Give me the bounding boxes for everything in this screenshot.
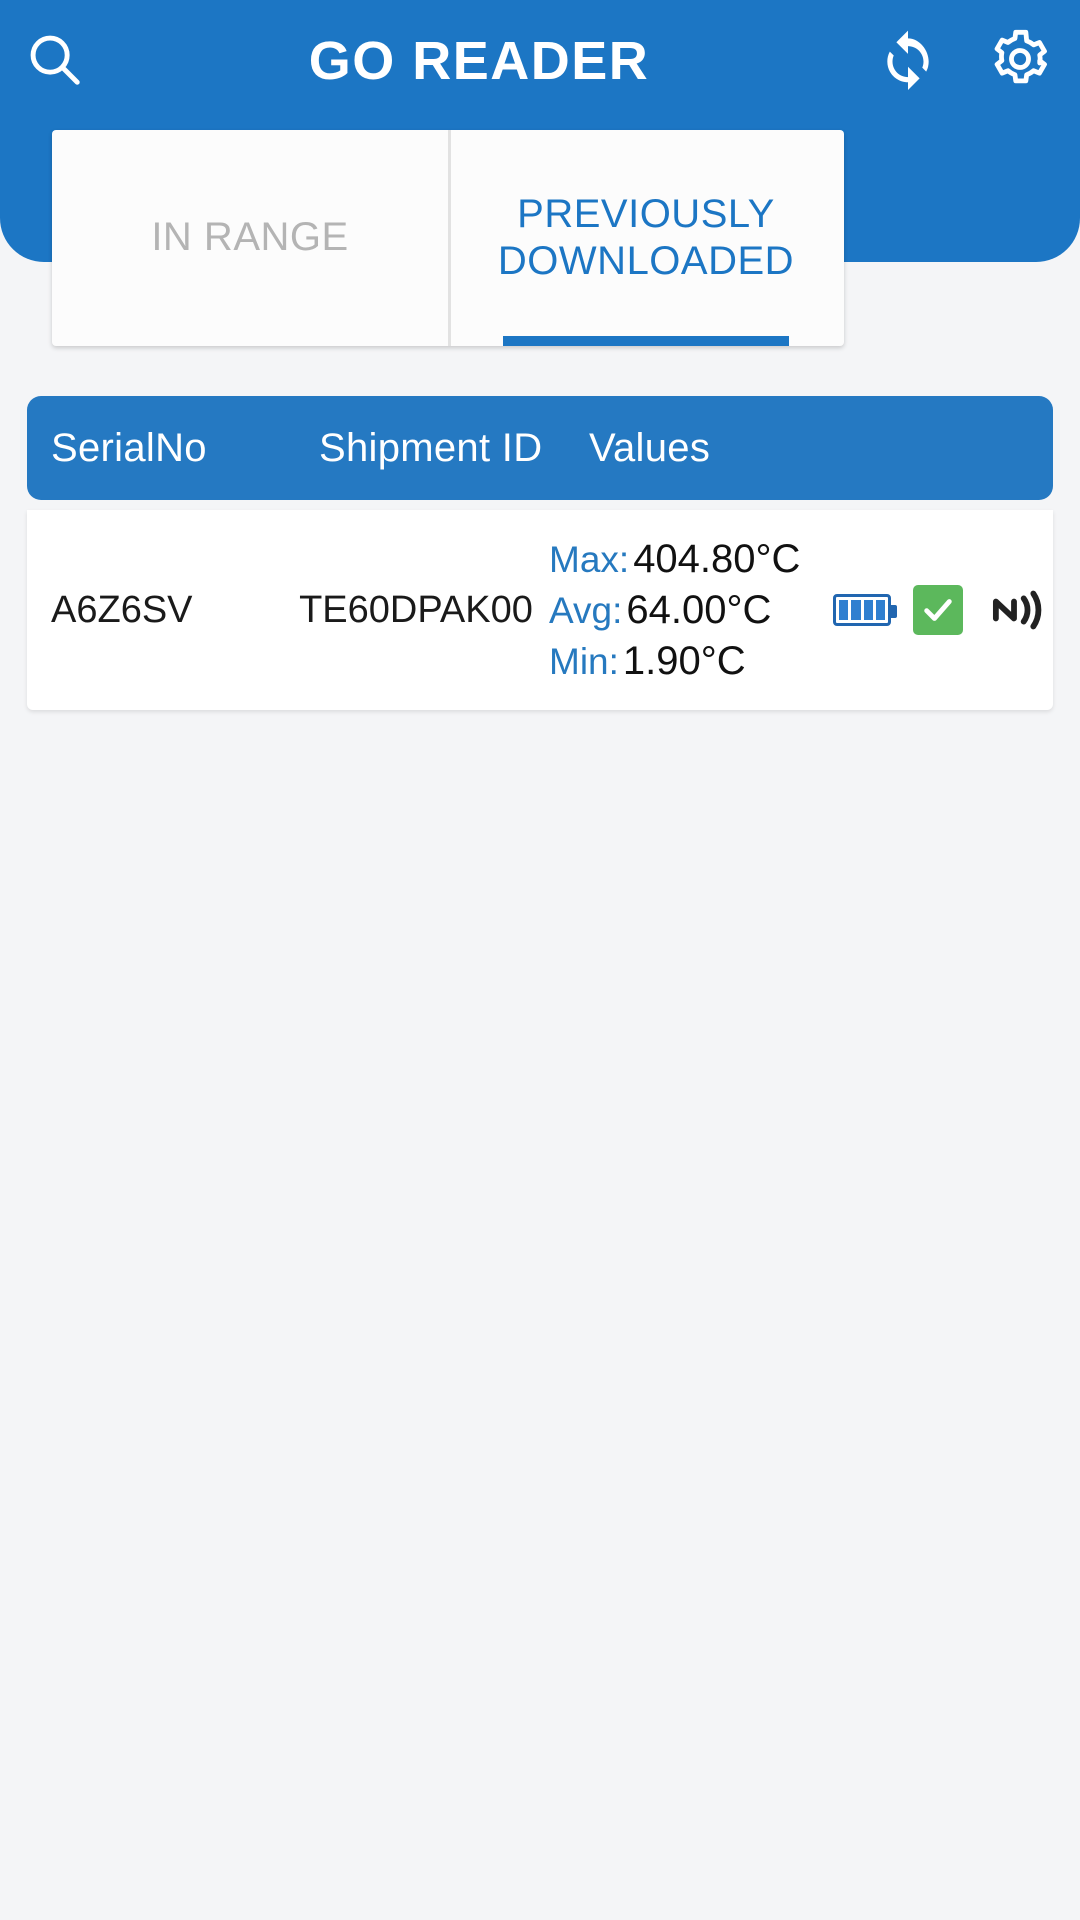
- app-title-wrap: GO READER: [108, 30, 856, 92]
- table-header-row: SerialNo Shipment ID Values: [27, 396, 1053, 500]
- value-min-label: Min:: [549, 641, 619, 683]
- value-avg: Avg: 64.00°C: [549, 588, 829, 633]
- battery-full-icon: [833, 594, 891, 626]
- tab-bar: IN RANGE PREVIOUSLY DOWNLOADED: [52, 130, 844, 346]
- gear-icon: [988, 27, 1052, 96]
- tab-previously-downloaded[interactable]: PREVIOUSLY DOWNLOADED: [448, 130, 844, 346]
- values-list: Max: 404.80°C Avg: 64.00°C Min: 1.90°C: [549, 537, 829, 684]
- tab-in-range[interactable]: IN RANGE: [52, 130, 448, 346]
- check-icon: [913, 585, 963, 635]
- table-body: A6Z6SV TE60DPAK00 Max: 404.80°C Avg: 64.…: [27, 510, 1053, 710]
- active-tab-indicator: [503, 336, 789, 346]
- device-table: SerialNo Shipment ID Values A6Z6SV TE60D…: [27, 396, 1053, 710]
- column-header-values: Values: [589, 426, 1053, 471]
- cell-serialno: A6Z6SV: [27, 589, 299, 632]
- value-max-number: 404.80°C: [633, 537, 800, 582]
- app-root: GO READER: [0, 0, 1080, 1920]
- value-max-label: Max:: [549, 539, 629, 581]
- column-header-shipmentid: Shipment ID: [319, 426, 589, 471]
- nfc-icon: [985, 581, 1043, 639]
- page-title: GO READER: [309, 30, 650, 92]
- table-row[interactable]: A6Z6SV TE60DPAK00 Max: 404.80°C Avg: 64.…: [27, 510, 1053, 710]
- row-status-icons: [833, 581, 1043, 639]
- app-header-row: GO READER: [0, 0, 1080, 122]
- tab-previously-downloaded-label: PREVIOUSLY DOWNLOADED: [464, 191, 828, 285]
- value-max: Max: 404.80°C: [549, 537, 829, 582]
- tab-in-range-label: IN RANGE: [151, 214, 348, 261]
- value-avg-label: Avg:: [549, 590, 622, 632]
- column-header-serialno: SerialNo: [27, 426, 319, 471]
- settings-button[interactable]: [960, 0, 1080, 122]
- cell-values: Max: 404.80°C Avg: 64.00°C Min: 1.90°C: [549, 537, 1053, 684]
- refresh-button[interactable]: [856, 0, 960, 122]
- value-avg-number: 64.00°C: [626, 588, 771, 633]
- value-min: Min: 1.90°C: [549, 639, 829, 684]
- refresh-icon: [877, 28, 939, 95]
- search-icon: [23, 28, 85, 95]
- cell-shipmentid: TE60DPAK00: [299, 589, 549, 632]
- value-min-number: 1.90°C: [623, 639, 746, 684]
- search-button[interactable]: [0, 0, 108, 122]
